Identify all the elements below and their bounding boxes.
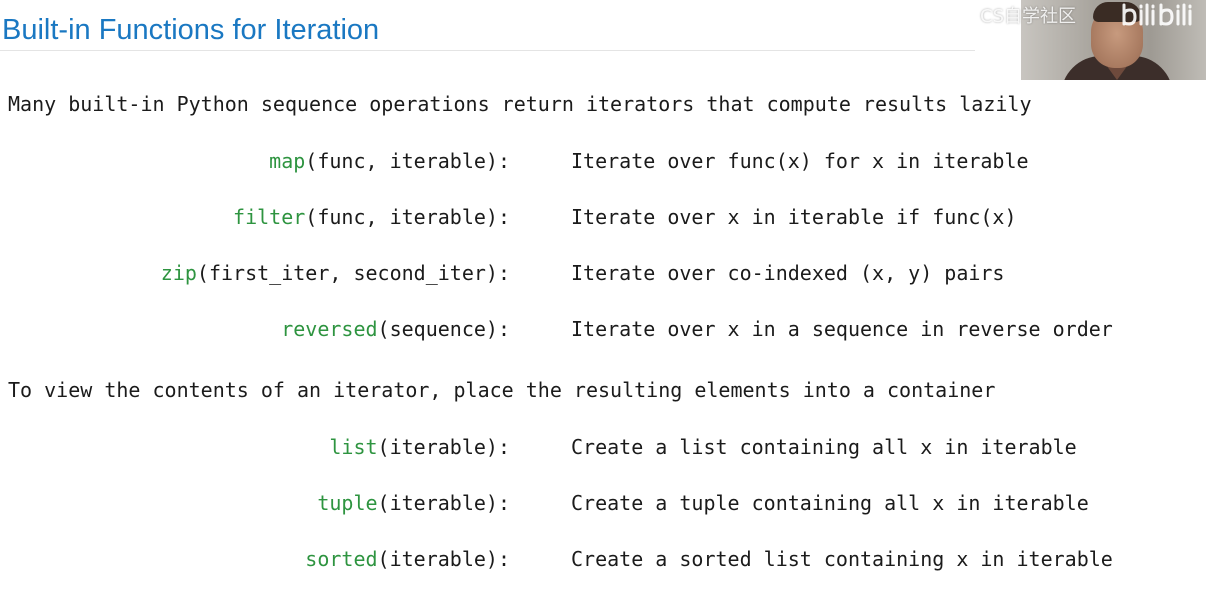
intro-text-containers: To view the contents of an iterator, pla…: [8, 378, 996, 402]
title-divider: [0, 50, 975, 51]
function-name: reversed: [281, 317, 378, 341]
function-name: map: [269, 149, 306, 173]
container-row-sorted: sorted(iterable): Create a sorted list c…: [0, 547, 1206, 575]
signature: map(func, iterable):: [269, 149, 510, 173]
function-args: (func, iterable):: [305, 149, 510, 173]
slide-title: Built-in Functions for Iteration: [2, 14, 380, 46]
function-description: Iterate over x in iterable if func(x): [571, 205, 1017, 229]
function-description: Iterate over x in a sequence in reverse …: [571, 317, 1113, 341]
function-name: filter: [233, 205, 306, 229]
signature: sorted(iterable):: [305, 547, 510, 571]
signature: zip(first_iter, second_iter):: [161, 261, 510, 285]
function-args: (iterable):: [377, 435, 510, 459]
iterator-row-zip: zip(first_iter, second_iter): Iterate ov…: [0, 261, 1206, 289]
function-description: Create a sorted list containing x in ite…: [571, 547, 1113, 571]
intro-text-iterators: Many built-in Python sequence operations…: [8, 92, 1032, 116]
bilibili-logo-icon: [1122, 3, 1192, 26]
function-description: Create a list containing all x in iterab…: [571, 435, 1077, 459]
iterator-row-filter: filter(func, iterable): Iterate over x i…: [0, 205, 1206, 233]
function-name: list: [329, 435, 378, 459]
signature: list(iterable):: [329, 435, 510, 459]
function-args: (iterable):: [377, 491, 510, 515]
watermark-text: CS自学社区: [980, 6, 1076, 27]
signature: filter(func, iterable):: [233, 205, 510, 229]
container-row-tuple: tuple(iterable): Create a tuple containi…: [0, 491, 1206, 519]
container-row-list: list(iterable): Create a list containing…: [0, 435, 1206, 463]
function-name: tuple: [317, 491, 378, 515]
function-description: Iterate over func(x) for x in iterable: [571, 149, 1029, 173]
iterator-row-map: map(func, iterable): Iterate over func(x…: [0, 149, 1206, 177]
function-description: Create a tuple containing all x in itera…: [571, 491, 1089, 515]
signature: tuple(iterable):: [317, 491, 510, 515]
function-args: (func, iterable):: [305, 205, 510, 229]
function-args: (first_iter, second_iter):: [196, 261, 510, 285]
function-name: sorted: [305, 547, 378, 571]
function-description: Iterate over co-indexed (x, y) pairs: [571, 261, 1005, 285]
signature: reversed(sequence):: [281, 317, 510, 341]
function-args: (sequence):: [377, 317, 510, 341]
function-name: zip: [160, 261, 197, 285]
function-args: (iterable):: [377, 547, 510, 571]
iterator-row-reversed: reversed(sequence): Iterate over x in a …: [0, 317, 1206, 345]
